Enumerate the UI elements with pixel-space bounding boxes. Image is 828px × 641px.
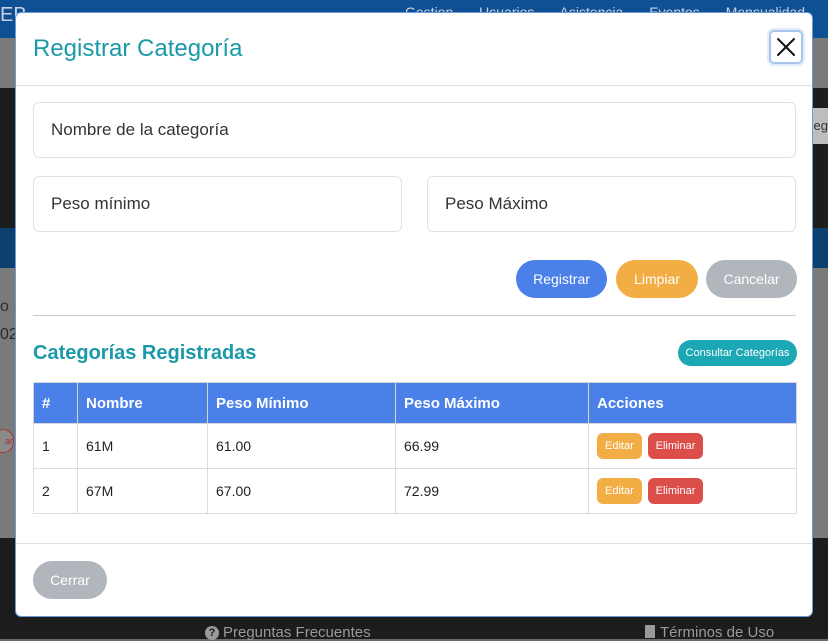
cell-number: 2 bbox=[33, 468, 78, 514]
divider bbox=[33, 315, 796, 316]
close-modal-button[interactable] bbox=[769, 30, 803, 64]
categories-table: # Nombre Peso Mínimo Peso Máximo Accione… bbox=[33, 382, 797, 514]
close-button[interactable]: Cerrar bbox=[33, 561, 107, 599]
cell-min-weight: 61.00 bbox=[207, 423, 396, 469]
category-name-input[interactable] bbox=[33, 102, 796, 158]
cell-max-weight: 72.99 bbox=[395, 468, 589, 514]
modal-footer-divider bbox=[16, 543, 812, 544]
background-pill-fragment: ar bbox=[0, 429, 14, 453]
consult-categories-button[interactable]: Consultar Categorías bbox=[678, 340, 797, 366]
column-header-name: Nombre bbox=[77, 382, 208, 424]
modal-header: Registrar Categoría bbox=[16, 13, 812, 86]
register-button[interactable]: Registrar bbox=[516, 260, 607, 298]
faq-label: Preguntas Frecuentes bbox=[223, 624, 371, 641]
registered-categories-title: Categorías Registradas bbox=[33, 342, 257, 364]
document-icon bbox=[645, 625, 655, 638]
min-weight-input[interactable] bbox=[33, 176, 402, 232]
delete-button[interactable]: Eliminar bbox=[647, 478, 704, 504]
cell-number: 1 bbox=[33, 423, 78, 469]
cell-name: 61M bbox=[77, 423, 208, 469]
cell-min-weight: 67.00 bbox=[207, 468, 396, 514]
cell-max-weight: 66.99 bbox=[395, 423, 589, 469]
table-row: 1 61M 61.00 66.99 Editar Eliminar bbox=[33, 423, 797, 469]
max-weight-input[interactable] bbox=[427, 176, 796, 232]
column-header-min-weight: Peso Mínimo bbox=[207, 382, 396, 424]
question-icon: ? bbox=[205, 626, 219, 640]
delete-button[interactable]: Eliminar bbox=[647, 433, 704, 459]
table-header-row: # Nombre Peso Mínimo Peso Máximo Accione… bbox=[33, 382, 797, 424]
column-header-number: # bbox=[33, 382, 78, 424]
edit-button[interactable]: Editar bbox=[597, 478, 642, 504]
close-icon bbox=[777, 38, 795, 56]
terms-label: Términos de Uso bbox=[660, 624, 775, 641]
faq-link: ? Preguntas Frecuentes bbox=[205, 624, 371, 641]
cell-actions: Editar Eliminar bbox=[588, 468, 797, 514]
modal-title: Registrar Categoría bbox=[33, 35, 243, 62]
terms-link: Términos de Uso bbox=[645, 624, 774, 641]
edit-button[interactable]: Editar bbox=[597, 433, 642, 459]
register-category-modal: Registrar Categoría Registrar Limpiar Ca… bbox=[15, 12, 813, 617]
cancel-button[interactable]: Cancelar bbox=[706, 260, 797, 298]
cell-name: 67M bbox=[77, 468, 208, 514]
table-row: 2 67M 67.00 72.99 Editar Eliminar bbox=[33, 468, 797, 514]
column-header-actions: Acciones bbox=[588, 382, 797, 424]
clear-button[interactable]: Limpiar bbox=[616, 260, 698, 298]
cell-actions: Editar Eliminar bbox=[588, 423, 797, 469]
column-header-max-weight: Peso Máximo bbox=[395, 382, 589, 424]
